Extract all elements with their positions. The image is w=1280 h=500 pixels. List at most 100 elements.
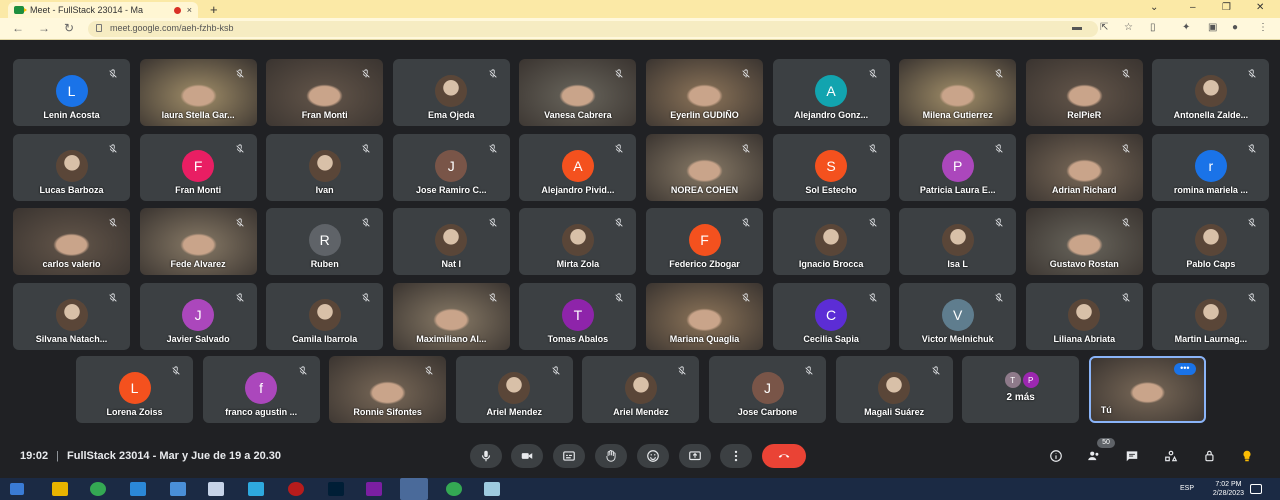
app-icon[interactable] bbox=[248, 482, 264, 496]
chrome-active-icon[interactable] bbox=[400, 478, 428, 500]
participant-tile[interactable]: Nat I bbox=[392, 208, 510, 275]
leave-call-button[interactable] bbox=[762, 444, 806, 468]
app-icon[interactable] bbox=[288, 482, 304, 496]
reload-icon[interactable]: ↻ bbox=[64, 21, 74, 35]
url-input[interactable]: meet.google.com/aeh-fzhb-ksb bbox=[88, 21, 1098, 37]
notifications-icon[interactable] bbox=[1250, 484, 1262, 494]
microphone-button[interactable] bbox=[470, 444, 502, 468]
participant-tile[interactable]: Pablo Caps bbox=[1152, 208, 1270, 275]
present-button[interactable] bbox=[679, 444, 711, 468]
participant-tile[interactable]: Ronnie Sifontes bbox=[329, 356, 447, 423]
participant-tile[interactable]: Mariana Quaglia bbox=[646, 282, 763, 350]
participant-tile[interactable]: Ema Ojeda bbox=[392, 59, 510, 126]
sidebar-icon[interactable]: ▣ bbox=[1208, 22, 1217, 33]
participant-tile[interactable]: carlos valerio bbox=[13, 208, 130, 275]
participant-tile[interactable]: Camila Ibarrola bbox=[266, 282, 384, 350]
host-controls-button[interactable] bbox=[1200, 446, 1220, 466]
maximize-button[interactable]: ❐ bbox=[1222, 2, 1231, 13]
participant-tile[interactable]: Ariel Mendez bbox=[582, 356, 700, 423]
bookmark-star-icon[interactable]: ☆ bbox=[1124, 22, 1133, 33]
camera-indicator-icon[interactable]: ▬ bbox=[1072, 22, 1082, 33]
self-options-button[interactable]: ••• bbox=[1173, 363, 1196, 375]
chrome-icon[interactable] bbox=[446, 482, 462, 496]
minimize-button[interactable]: – bbox=[1190, 2, 1196, 13]
extensions-puzzle-icon[interactable]: ✦ bbox=[1182, 22, 1190, 33]
chrome-icon[interactable] bbox=[90, 482, 106, 496]
back-arrow-icon[interactable]: ← bbox=[12, 21, 24, 35]
captions-button[interactable] bbox=[553, 444, 585, 468]
raise-hand-button[interactable] bbox=[595, 444, 627, 468]
self-tile[interactable]: ••• Tú bbox=[1088, 356, 1206, 423]
participant-tile[interactable]: Fran Monti bbox=[266, 59, 384, 126]
participant-tile[interactable]: Ariel Mendez bbox=[455, 356, 573, 423]
participant-tile[interactable]: f franco agustin ... bbox=[202, 356, 320, 423]
participant-tile[interactable]: Lucas Barboza bbox=[13, 133, 130, 201]
participant-tile[interactable]: F Federico Zbogar bbox=[646, 208, 763, 275]
participant-tile[interactable]: J Jose Ramiro C... bbox=[392, 133, 510, 201]
participant-tile[interactable]: L Lenin Acosta bbox=[13, 59, 130, 126]
app-icon[interactable] bbox=[484, 482, 500, 496]
participant-tile[interactable]: Gustavo Rostan bbox=[1025, 208, 1143, 275]
participant-tile[interactable]: Maximiliano Al... bbox=[392, 282, 510, 350]
participant-tile[interactable]: Ignacio Brocca bbox=[772, 208, 890, 275]
participant-tile[interactable]: RelPieR bbox=[1025, 59, 1143, 126]
browser-menu-icon[interactable]: ⋮ bbox=[1258, 22, 1268, 33]
participant-tile[interactable]: R Ruben bbox=[266, 208, 384, 275]
participant-tile[interactable]: Magali Suárez bbox=[835, 356, 953, 423]
tab-search-icon[interactable]: ⌄ bbox=[1150, 2, 1158, 13]
app-icon[interactable] bbox=[366, 482, 382, 496]
forward-arrow-icon[interactable]: → bbox=[38, 21, 50, 35]
participant-tile[interactable]: L Lorena Zoiss bbox=[76, 356, 193, 423]
participant-tile[interactable]: A Alejandro Gonz... bbox=[772, 59, 890, 126]
activities-button[interactable] bbox=[1161, 446, 1181, 466]
people-button[interactable] bbox=[1084, 446, 1104, 466]
participant-tile[interactable]: V Victor Melnichuk bbox=[899, 282, 1017, 350]
participant-tile[interactable]: Milena Gutierrez bbox=[899, 59, 1017, 126]
file-explorer-icon[interactable] bbox=[52, 482, 68, 496]
windows-start-icon[interactable] bbox=[10, 483, 24, 495]
taskbar-clock[interactable]: 7:02 PM 2/28/2023 bbox=[1213, 480, 1244, 498]
participant-tile[interactable]: Silvana Natach... bbox=[13, 282, 130, 350]
camera-button[interactable] bbox=[511, 444, 543, 468]
close-window-button[interactable]: ✕ bbox=[1256, 2, 1264, 13]
participant-tile[interactable]: C Cecilia Sapia bbox=[772, 282, 890, 350]
meeting-details-button[interactable] bbox=[1046, 446, 1066, 466]
profile-icon[interactable]: ● bbox=[1232, 22, 1238, 33]
participant-tile[interactable]: S Sol Estecho bbox=[772, 133, 890, 201]
split-view-icon[interactable]: ▯ bbox=[1150, 22, 1156, 33]
app-icon[interactable] bbox=[208, 482, 224, 496]
participant-tile[interactable]: T Tomas Abalos bbox=[519, 282, 637, 350]
participant-tile[interactable]: Martin Laurnag... bbox=[1152, 282, 1270, 350]
participant-tile[interactable]: TP 2 más bbox=[962, 356, 1080, 423]
more-options-button[interactable] bbox=[720, 444, 752, 468]
browser-tab[interactable]: Meet - FullStack 23014 - Ma × bbox=[8, 2, 198, 18]
share-icon[interactable]: ⇱ bbox=[1100, 22, 1108, 33]
participant-tile[interactable]: J Jose Carbone bbox=[709, 356, 826, 423]
participant-name: Antonella Zalde... bbox=[1173, 110, 1249, 120]
reactions-button[interactable] bbox=[637, 444, 669, 468]
participant-tile[interactable]: P Patricia Laura E... bbox=[899, 133, 1017, 201]
participant-tile[interactable]: A Alejandro Pivid... bbox=[519, 133, 637, 201]
participant-tile[interactable]: r romina mariela ... bbox=[1152, 133, 1270, 201]
participant-tile[interactable]: J Javier Salvado bbox=[139, 282, 257, 350]
participant-tile[interactable]: Mirta Zola bbox=[519, 208, 637, 275]
tab-close-button[interactable]: × bbox=[187, 5, 192, 15]
participant-tile[interactable]: Fede Alvarez bbox=[139, 208, 257, 275]
participant-tile[interactable]: F Fran Monti bbox=[139, 133, 257, 201]
photoshop-icon[interactable] bbox=[328, 482, 344, 496]
participant-tile[interactable]: Liliana Abriata bbox=[1025, 282, 1143, 350]
participant-tile[interactable]: Ivan bbox=[266, 133, 384, 201]
participant-tile[interactable]: Eyerlin GUDIÑO bbox=[646, 59, 763, 126]
app-icon[interactable] bbox=[170, 482, 186, 496]
participant-tile[interactable]: NOREA COHEN bbox=[646, 133, 763, 201]
new-tab-button[interactable]: + bbox=[210, 2, 218, 17]
companion-mode-button[interactable] bbox=[1237, 446, 1257, 466]
participant-tile[interactable]: laura Stella Gar... bbox=[139, 59, 257, 126]
vscode-icon[interactable] bbox=[130, 482, 146, 496]
participant-tile[interactable]: Adrian Richard bbox=[1025, 133, 1143, 201]
participant-tile[interactable]: Vanesa Cabrera bbox=[519, 59, 637, 126]
chat-button[interactable] bbox=[1122, 446, 1142, 466]
language-indicator[interactable]: ESP bbox=[1180, 485, 1194, 492]
participant-tile[interactable]: Isa L bbox=[899, 208, 1017, 275]
participant-tile[interactable]: Antonella Zalde... bbox=[1152, 59, 1270, 126]
